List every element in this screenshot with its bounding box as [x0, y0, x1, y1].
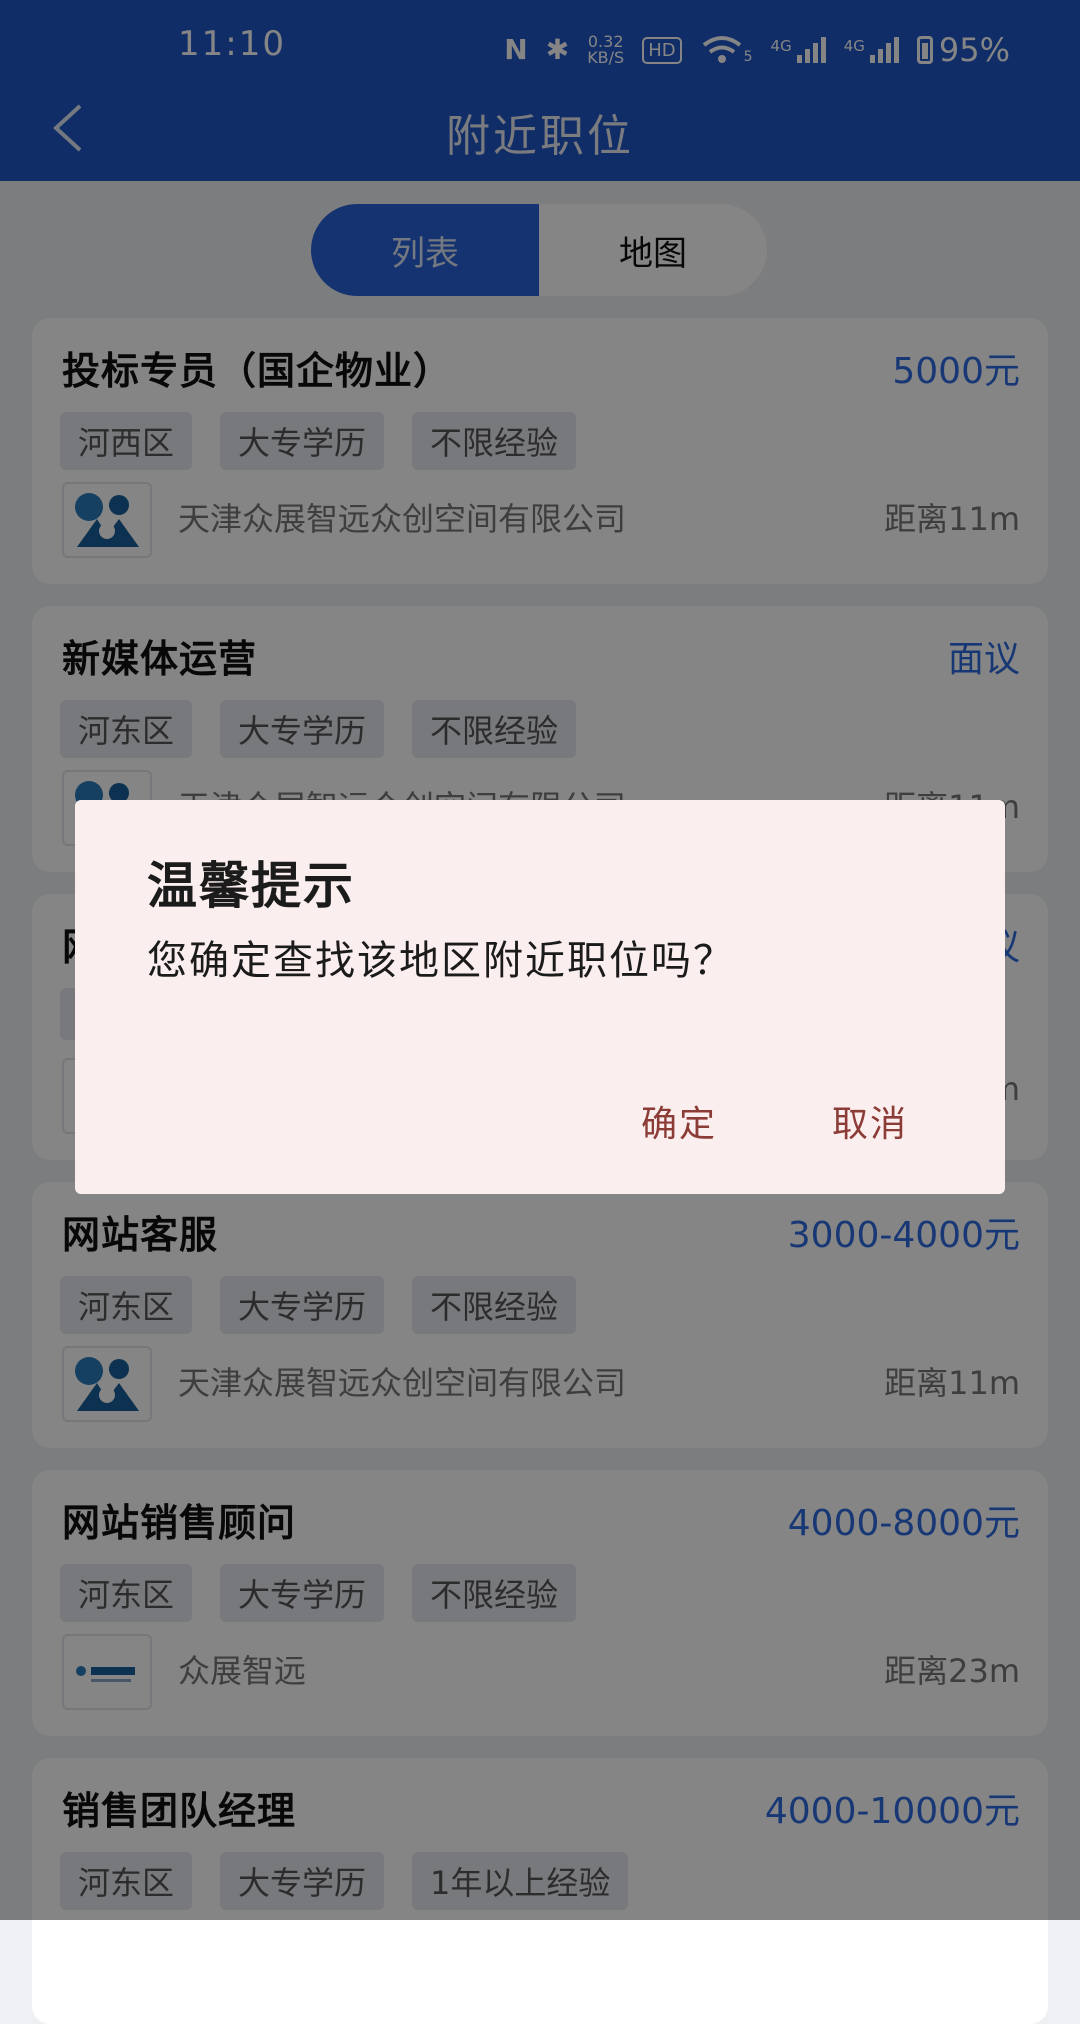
confirm-dialog: 温馨提示 您确定查找该地区附近职位吗？ 确定 取消: [75, 800, 1005, 1194]
dialog-title: 温馨提示: [147, 857, 355, 915]
cancel-button[interactable]: 取消: [832, 1095, 908, 1147]
confirm-button[interactable]: 确定: [641, 1095, 717, 1147]
dialog-message: 您确定查找该地区附近职位吗？: [147, 938, 735, 984]
